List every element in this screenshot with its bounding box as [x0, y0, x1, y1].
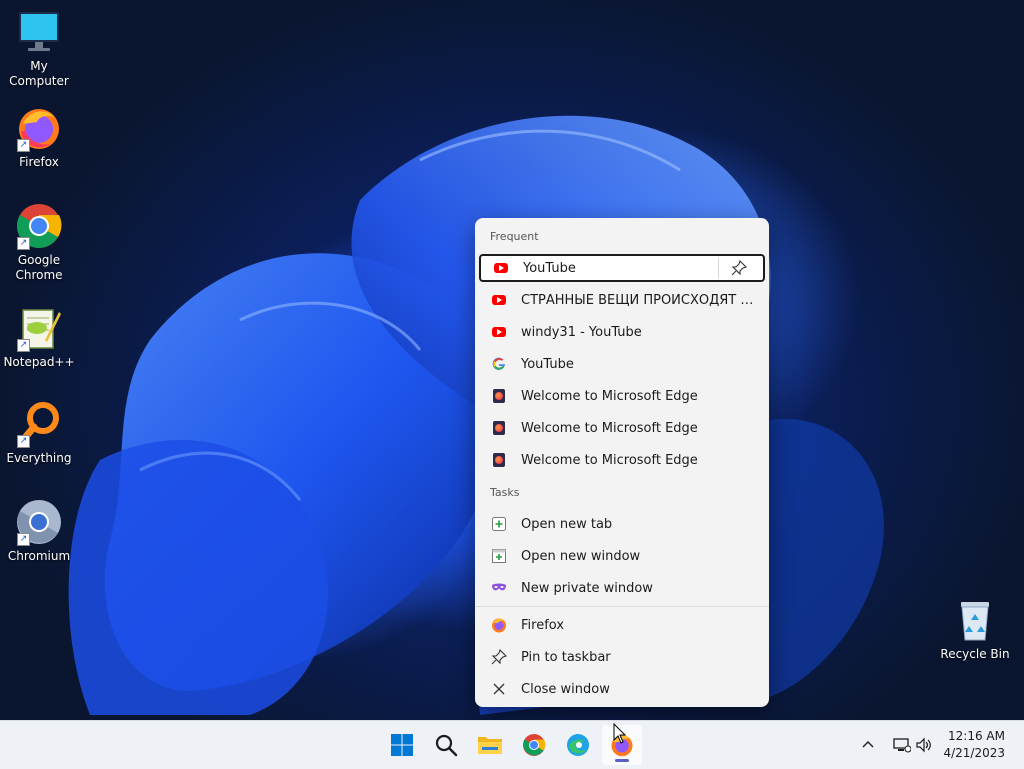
- edge-favicon-icon: [491, 420, 507, 436]
- desktop-icon-firefox[interactable]: ↗ Firefox: [0, 104, 78, 170]
- desktop-icon-label: Firefox: [19, 155, 59, 169]
- jump-list-item-frequent[interactable]: СТРАННЫЕ ВЕЩИ ПРОИСХОДЯТ В...: [479, 286, 765, 314]
- frequent-section-label: Frequent: [490, 230, 539, 243]
- private-mask-icon: [491, 580, 507, 596]
- running-indicator: [615, 759, 629, 762]
- jump-list-item-label: New private window: [521, 580, 653, 596]
- clock-date: 4/21/2023: [943, 746, 1005, 760]
- jump-list-item-frequent[interactable]: YouTube: [479, 350, 765, 378]
- chrome-icon: ↗: [15, 202, 63, 250]
- jump-list-item-frequent[interactable]: Welcome to Microsoft Edge: [479, 446, 765, 474]
- jump-list-item-label: YouTube: [521, 356, 574, 372]
- google-icon: [491, 356, 507, 372]
- file-explorer-icon: [478, 737, 502, 754]
- new-tab-icon: [491, 516, 507, 532]
- jump-list-item-label: Welcome to Microsoft Edge: [521, 388, 698, 404]
- jump-list-item-label: Welcome to Microsoft Edge: [521, 452, 698, 468]
- mouse-cursor-icon: [613, 723, 627, 744]
- pin-icon: [731, 260, 747, 276]
- edge-favicon-icon: [491, 388, 507, 404]
- youtube-icon: [493, 260, 509, 276]
- jump-list-task-open-new-tab[interactable]: Open new tab: [479, 510, 765, 538]
- jump-list-item-label: Firefox: [521, 617, 565, 633]
- jump-list-item-label: Open new tab: [521, 516, 613, 532]
- youtube-icon: [491, 324, 507, 340]
- jump-list-item-label: YouTube: [523, 260, 576, 276]
- jump-list-item-label: СТРАННЫЕ ВЕЩИ ПРОИСХОДЯТ В...: [521, 292, 757, 308]
- youtube-icon: [491, 292, 507, 308]
- desktop-icon-label: My Computer: [9, 59, 69, 88]
- edge-favicon-icon: [491, 452, 507, 468]
- jump-list-task-new-private-window[interactable]: New private window: [479, 574, 765, 602]
- jump-list-task-open-new-window[interactable]: Open new window: [479, 542, 765, 570]
- recycle-bin-icon: [951, 596, 999, 644]
- jump-list-item-label: windy31 - YouTube: [521, 324, 642, 340]
- jump-list-item-frequent[interactable]: Welcome to Microsoft Edge: [479, 382, 765, 410]
- close-icon: [491, 681, 507, 697]
- clock-time: 12:16 AM: [948, 729, 1005, 743]
- new-window-icon: [491, 548, 507, 564]
- jump-list-item-frequent[interactable]: Welcome to Microsoft Edge: [479, 414, 765, 442]
- jump-list-item-label: Welcome to Microsoft Edge: [521, 420, 698, 436]
- desktop-icon-label: Recycle Bin: [940, 647, 1010, 661]
- jump-list-divider: [475, 606, 769, 607]
- chevron-up-icon: [862, 741, 874, 748]
- jump-list-item-frequent[interactable]: windy31 - YouTube: [479, 318, 765, 346]
- taskbar-start-button[interactable]: [382, 725, 422, 765]
- jump-list-item-label: Open new window: [521, 548, 641, 564]
- shortcut-arrow-icon: ↗: [17, 237, 30, 250]
- show-hidden-icons-button[interactable]: [850, 725, 886, 765]
- network-volume-tray-button[interactable]: [886, 725, 940, 765]
- desktop-icon-recycle-bin[interactable]: Recycle Bin: [936, 596, 1014, 662]
- pin-item-button[interactable]: [718, 258, 759, 278]
- pin-icon: [491, 649, 507, 665]
- network-icon: [893, 738, 911, 753]
- edge-icon: [567, 734, 589, 756]
- volume-icon: [916, 737, 931, 753]
- desktop-icon-my-computer[interactable]: My Computer: [0, 8, 78, 89]
- desktop-icon-label: Notepad++: [3, 355, 75, 369]
- jump-list-close-window[interactable]: Close window: [479, 675, 765, 703]
- jump-list-item-frequent[interactable]: YouTube: [479, 254, 765, 282]
- chrome-icon: [523, 734, 546, 756]
- jump-list-item-label: Close window: [521, 681, 610, 697]
- shortcut-arrow-icon: ↗: [17, 339, 30, 352]
- desktop-icon-notepad-plus-plus[interactable]: ↗ Notepad++: [0, 304, 78, 370]
- start-icon: [391, 734, 413, 756]
- desktop-icon-chromium[interactable]: ↗ Chromium: [0, 498, 78, 564]
- shortcut-arrow-icon: ↗: [17, 533, 30, 546]
- tasks-section-label: Tasks: [490, 486, 520, 499]
- firefox-icon: [491, 617, 507, 633]
- desktop-icon-everything[interactable]: ↗ Everything: [0, 400, 78, 466]
- desktop-icon-label: Everything: [6, 451, 72, 465]
- taskbar-chrome-button[interactable]: [514, 725, 554, 765]
- shortcut-arrow-icon: ↗: [17, 435, 30, 448]
- monitor-icon: [15, 8, 63, 56]
- jump-list-item-label: Pin to taskbar: [521, 649, 611, 665]
- firefox-jump-list: Frequent YouTube СТРАННЫЕ ВЕЩИ ПРОИСХОДЯ…: [475, 218, 769, 707]
- notepad-plus-plus-icon: ↗: [15, 304, 63, 352]
- desktop-icon-label: Google Chrome: [15, 253, 63, 282]
- taskbar-edge-button[interactable]: [558, 725, 598, 765]
- jump-list-pin-to-taskbar[interactable]: Pin to taskbar: [479, 643, 765, 671]
- magnifier-icon: ↗: [15, 400, 63, 448]
- desktop-icon-google-chrome[interactable]: ↗ Google Chrome: [0, 202, 78, 283]
- chromium-icon: ↗: [15, 498, 63, 546]
- search-icon: [435, 734, 458, 757]
- taskbar-search-button[interactable]: [426, 725, 466, 765]
- shortcut-arrow-icon: ↗: [17, 139, 30, 152]
- taskbar: 12:16 AM 4/21/2023: [0, 720, 1024, 769]
- jump-list-app-firefox[interactable]: Firefox: [479, 611, 765, 639]
- taskbar-file-explorer-button[interactable]: [470, 725, 510, 765]
- desktop-icon-label: Chromium: [7, 549, 71, 563]
- firefox-icon: ↗: [15, 104, 63, 152]
